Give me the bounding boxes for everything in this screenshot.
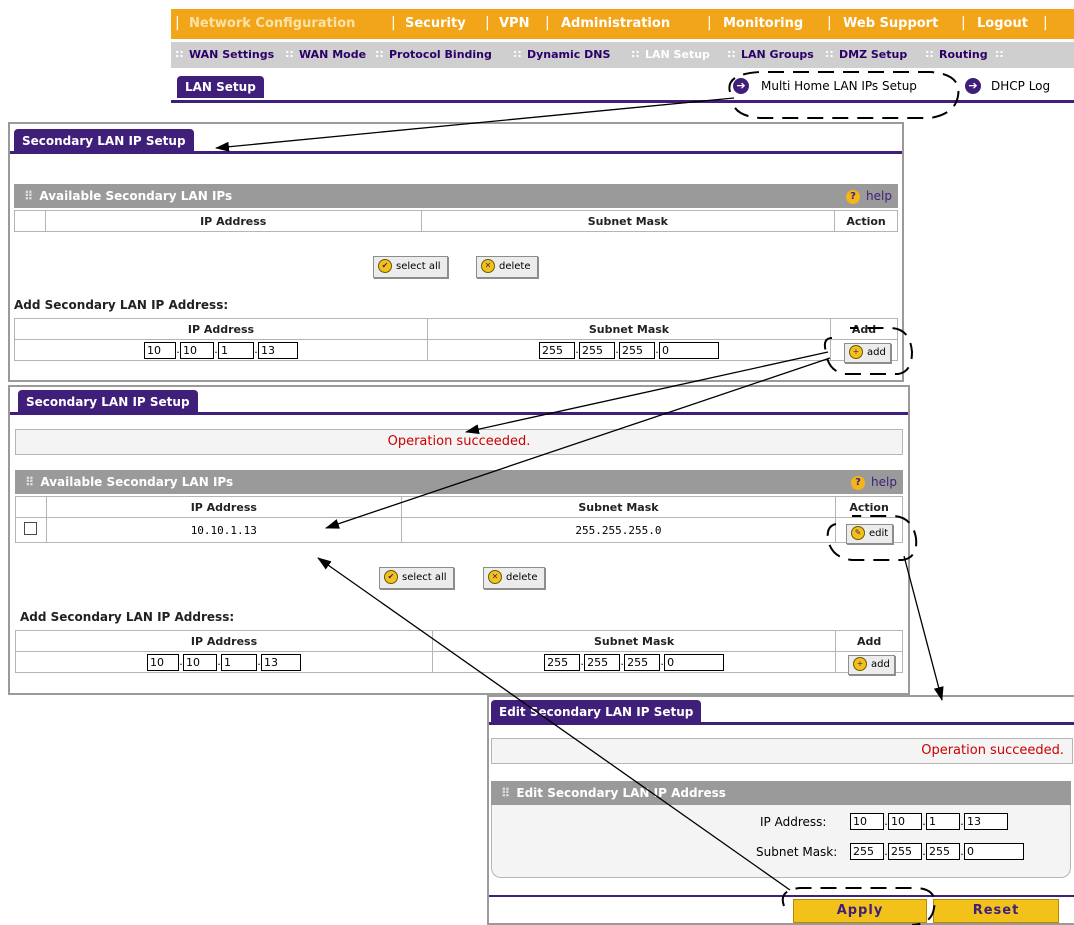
highlight-add-button: [823, 327, 914, 375]
arrow-to-row: [325, 357, 831, 529]
highlight-edit-button: [826, 515, 918, 561]
callout-overlay: [215, 71, 960, 925]
highlight-multi-home-link: [728, 71, 960, 119]
highlight-apply-button: [781, 887, 936, 925]
arrow-apply-to-row: [317, 557, 791, 891]
arrow-to-edit-panel: [903, 555, 944, 701]
arrow-to-panel1: [215, 97, 735, 152]
